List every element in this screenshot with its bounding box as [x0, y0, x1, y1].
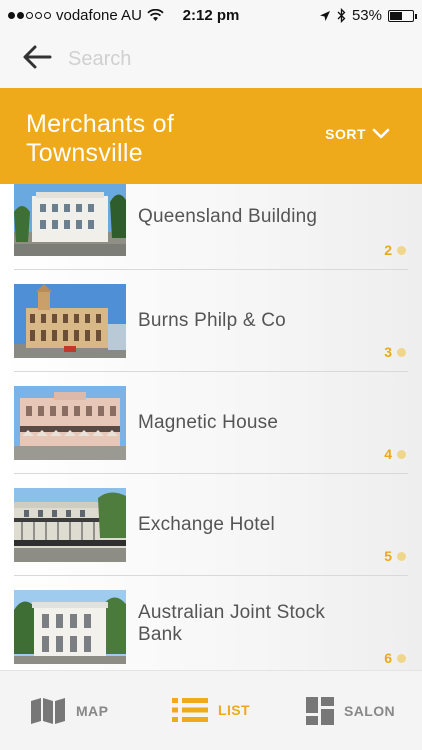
search-input[interactable] — [68, 44, 398, 74]
bottom-nav: MAP LIST SALON — [0, 670, 422, 750]
tab-map[interactable]: MAP — [30, 697, 108, 725]
location-arrow-icon — [319, 10, 330, 21]
title-bar: Merchants of Townsville SORT — [0, 88, 422, 184]
tab-list-label: LIST — [218, 702, 250, 718]
thumbnail-exchange-hotel — [14, 488, 126, 562]
list-item[interactable]: Burns Philp & Co 3 — [14, 270, 408, 372]
item-number: 3 — [384, 344, 406, 360]
item-name: Magnetic House — [138, 412, 279, 433]
list-item[interactable]: Queensland Building 2 — [14, 184, 408, 270]
number-dot-icon — [397, 347, 406, 357]
list-item[interactable]: Australian Joint Stock Bank 6 — [14, 576, 408, 670]
thumbnail-burns-philp — [14, 284, 126, 358]
number-dot-icon — [397, 653, 406, 663]
sort-button[interactable]: SORT — [325, 126, 390, 142]
tab-salon-label: SALON — [344, 703, 395, 719]
list-item[interactable]: Exchange Hotel 5 — [14, 474, 408, 576]
map-icon — [31, 698, 65, 724]
item-number-label: 3 — [384, 344, 392, 360]
search-header — [0, 32, 422, 88]
chevron-down-icon — [372, 128, 390, 139]
arrow-left-icon — [23, 45, 52, 69]
battery-icon — [388, 9, 417, 22]
number-dot-icon — [397, 245, 406, 255]
list-item[interactable]: Magnetic House 4 — [14, 372, 408, 474]
item-number: 4 — [384, 446, 406, 462]
item-number: 6 — [384, 650, 406, 666]
status-bar: vodafone AU 2:12 pm 53% — [0, 0, 422, 32]
thumbnail-australian-joint-stock-bank — [14, 590, 126, 664]
number-dot-icon — [397, 449, 406, 459]
item-name: Burns Philp & Co — [138, 310, 286, 331]
item-name: Exchange Hotel — [138, 514, 275, 535]
item-name: Queensland Building — [138, 206, 318, 227]
item-number-label: 5 — [384, 548, 392, 564]
item-number-label: 6 — [384, 650, 392, 666]
grid-icon — [306, 697, 334, 725]
tab-map-label: MAP — [76, 703, 109, 719]
tab-salon[interactable]: SALON — [306, 697, 395, 725]
item-number: 2 — [384, 242, 406, 258]
status-right: 53% — [319, 7, 417, 24]
tab-list[interactable]: LIST — [172, 697, 250, 723]
bluetooth-icon — [337, 8, 346, 23]
number-dot-icon — [397, 551, 406, 561]
item-name: Australian Joint Stock Bank — [138, 602, 326, 645]
page-title: Merchants of Townsville — [26, 110, 175, 167]
battery-percent: 53% — [351, 7, 382, 24]
merchant-list[interactable]: Queensland Building 2 Burns Philp & Co 3… — [0, 184, 422, 670]
list-icon — [172, 698, 208, 722]
back-button[interactable] — [22, 44, 62, 74]
item-number-label: 2 — [384, 242, 392, 258]
thumbnail-queensland-building — [14, 184, 126, 256]
sort-label: SORT — [325, 126, 366, 142]
item-number-label: 4 — [384, 446, 392, 462]
item-number: 5 — [384, 548, 406, 564]
thumbnail-magnetic-house — [14, 386, 126, 460]
